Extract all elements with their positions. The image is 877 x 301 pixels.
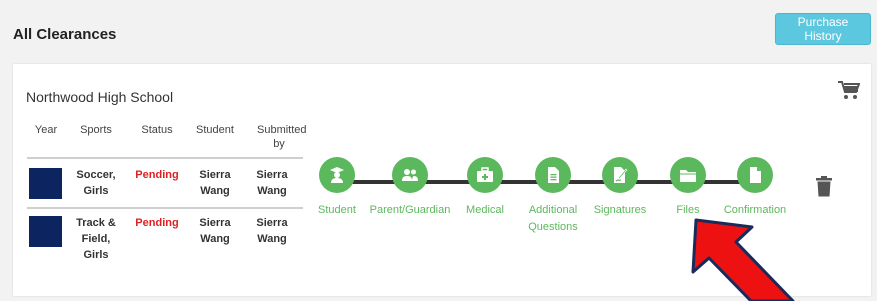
step-files[interactable] [670, 157, 706, 193]
school-name: Northwood High School [26, 89, 174, 105]
student-cell: Sierra Wang [199, 217, 231, 245]
step-confirmation[interactable] [737, 157, 773, 193]
step-medical[interactable] [467, 157, 503, 193]
step-label-medical[interactable]: Medical [466, 202, 504, 219]
file-icon [750, 167, 761, 183]
page-title: All Clearances [13, 26, 117, 43]
table-divider [27, 207, 303, 209]
step-label-student[interactable]: Student [318, 202, 356, 219]
column-header-submitted-by: Submitted by [257, 124, 307, 150]
sport-cell: Track & Field, Girls [76, 217, 116, 261]
parents-icon [402, 169, 418, 181]
year-badge [29, 168, 62, 199]
column-header-sports: Sports [80, 124, 112, 136]
step-label-signatures[interactable]: Signatures [594, 202, 647, 219]
table-divider [27, 157, 303, 159]
submitted-by-cell: Sierra Wang [256, 169, 288, 197]
status-badge: Pending [135, 217, 179, 229]
document-icon [548, 167, 559, 183]
clearance-card: Northwood High School Year Sports Status… [13, 64, 871, 296]
trash-icon[interactable] [815, 176, 833, 197]
step-parent-guardian[interactable] [392, 157, 428, 193]
student-cell: Sierra Wang [199, 169, 231, 197]
submitted-by-cell: Sierra Wang [256, 217, 288, 245]
medkit-icon [477, 167, 493, 182]
step-additional-questions[interactable] [535, 157, 571, 193]
student-icon [330, 167, 344, 183]
step-label-additional-questions-text: Additional Questions [528, 204, 578, 233]
column-header-student: Student [196, 124, 234, 136]
step-label-files[interactable]: Files [676, 202, 699, 219]
step-label-additional-questions[interactable]: Additional Questions [525, 202, 581, 236]
signature-icon [614, 167, 628, 183]
step-student[interactable] [319, 157, 355, 193]
step-signatures[interactable] [602, 157, 638, 193]
year-badge [29, 216, 62, 247]
sport-cell: Soccer, Girls [76, 169, 116, 197]
column-header-year: Year [34, 124, 58, 136]
step-label-confirmation[interactable]: Confirmation [724, 202, 786, 219]
cart-icon[interactable] [838, 81, 860, 101]
status-badge: Pending [135, 169, 179, 181]
purchase-history-button[interactable]: Purchase History [775, 13, 871, 45]
step-label-parent-guardian[interactable]: Parent/Guardian [370, 202, 451, 219]
folder-icon [680, 170, 696, 182]
column-header-status: Status [141, 124, 173, 136]
